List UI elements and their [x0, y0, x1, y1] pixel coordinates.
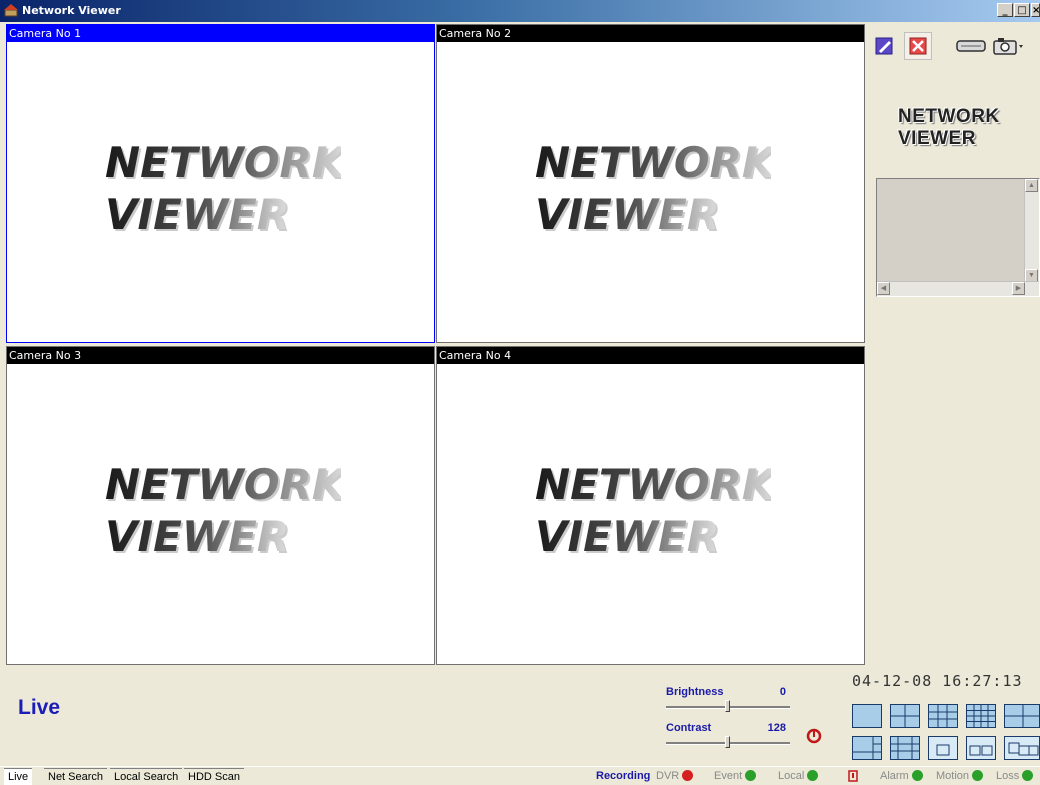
side-logo-line2: VIEWER: [898, 128, 976, 149]
edit-icon: [875, 37, 893, 55]
hdd-button[interactable]: [954, 32, 988, 60]
scroll-left-button[interactable]: ◀: [877, 282, 890, 295]
layout-6-button[interactable]: [1004, 704, 1040, 728]
status-loss-indicator: [1022, 770, 1034, 781]
contrast-slider-thumb[interactable]: [725, 736, 730, 748]
status-motion-label: Motion: [936, 770, 970, 782]
grid-16-icon: [967, 705, 995, 727]
status-event: Event: [714, 767, 757, 785]
camera-view-2[interactable]: Camera No 2 NETWORK NETWORK VIEWER VIEWE…: [436, 24, 865, 343]
scroll-right-button[interactable]: ▶: [1012, 282, 1025, 295]
close-button[interactable]: ×: [1031, 3, 1040, 17]
grid-3-icon: [1008, 742, 1039, 756]
tab-live[interactable]: Live: [4, 768, 33, 785]
svg-text:VIEWER: VIEWER: [105, 512, 289, 561]
grid-8-icon: [853, 737, 881, 759]
snapshot-button[interactable]: [990, 32, 1024, 60]
control-bar: Live Brightness 0 Contrast 128 04-12-08 …: [0, 666, 1040, 766]
layout-8-button[interactable]: [852, 736, 882, 760]
status-motion: Motion: [936, 767, 984, 785]
layout-9-button[interactable]: [928, 704, 958, 728]
status-local-label: Local: [778, 770, 805, 782]
maximize-button[interactable]: □: [1014, 3, 1030, 17]
grid-13-icon: [891, 737, 919, 759]
recording-label: Recording: [596, 770, 651, 782]
svg-text:NETWORK: NETWORK: [535, 138, 771, 187]
app-icon: [4, 4, 18, 17]
svg-text:VIEWER: VIEWER: [535, 190, 719, 239]
horizontal-scrollbar[interactable]: ◀ ▶: [877, 281, 1039, 296]
svg-text:NETWORK: NETWORK: [105, 138, 341, 187]
datetime-display: 04-12-08 16:27:13: [852, 672, 1023, 690]
layout-quad-button[interactable]: [890, 704, 920, 728]
status-alarm-indicator: [911, 770, 923, 781]
layout-2-button[interactable]: [966, 736, 996, 760]
quad-icon: [891, 705, 919, 727]
svg-text:VIEWER: VIEWER: [535, 512, 719, 561]
svg-text:VIEWER: VIEWER: [105, 190, 289, 239]
status-alarm: Alarm: [880, 767, 923, 785]
side-logo: NETWORK VIEWER: [898, 106, 1000, 150]
side-panel: NETWORK VIEWER ▲ ▼ ◀ ▶: [866, 22, 1040, 664]
minimize-button[interactable]: _: [997, 3, 1013, 17]
tab-local-search[interactable]: Local Search: [110, 768, 183, 785]
brightness-label: Brightness: [666, 686, 724, 698]
camera-4-header: Camera No 4: [437, 347, 864, 364]
brightness-value: 0: [779, 686, 786, 698]
status-dvr: DVR: [656, 767, 694, 785]
status-dvr-indicator: [682, 770, 694, 781]
camera-2-header: Camera No 2: [437, 25, 864, 42]
cancel-icon: [909, 37, 927, 55]
device-list[interactable]: ▲ ▼ ◀ ▶: [876, 178, 1040, 297]
tab-hdd-scan[interactable]: HDD Scan: [184, 768, 244, 785]
alarm-icon: [848, 770, 858, 782]
status-local-indicator: [807, 770, 819, 781]
camera-3-header: Camera No 3: [7, 347, 434, 364]
status-bar: Live Net Search Local Search HDD Scan Re…: [0, 766, 1040, 785]
camera-1-placeholder-logo: NETWORK NETWORK VIEWER VIEWER: [7, 135, 434, 245]
title-bar: Network Viewer _ □ ×: [0, 0, 1040, 22]
camera-3-placeholder-logo: NETWORK NETWORK VIEWER VIEWER: [7, 457, 434, 567]
tab-net-search[interactable]: Net Search: [44, 768, 108, 785]
camera-2-placeholder-logo: NETWORK NETWORK VIEWER VIEWER: [437, 135, 864, 245]
grid-6-icon: [1005, 705, 1039, 727]
grid-2-icon: [969, 745, 993, 756]
reset-icon[interactable]: [806, 728, 822, 744]
grid-1a-icon: [936, 744, 950, 756]
camera-4-placeholder-logo: NETWORK NETWORK VIEWER VIEWER: [437, 457, 864, 567]
layout-single-button[interactable]: [852, 704, 882, 728]
cancel-button[interactable]: [904, 32, 932, 60]
svg-text:NETWORK: NETWORK: [535, 460, 771, 509]
status-local: Local: [778, 767, 819, 785]
status-loss-label: Loss: [996, 770, 1020, 782]
status-loss: Loss: [996, 767, 1034, 785]
hdd-icon: [956, 40, 986, 52]
mode-label: Live: [18, 696, 61, 719]
status-event-label: Event: [714, 770, 743, 782]
layout-13-button[interactable]: [890, 736, 920, 760]
camera-icon: [993, 38, 1023, 55]
layout-3-button[interactable]: [1004, 736, 1040, 760]
svg-text:NETWORK: NETWORK: [105, 460, 341, 509]
window-title: Network Viewer: [22, 4, 121, 17]
vertical-scrollbar[interactable]: ▲ ▼: [1024, 179, 1039, 282]
status-dvr-label: DVR: [656, 770, 680, 782]
status-alarm-label: Alarm: [880, 770, 909, 782]
contrast-value: 128: [767, 722, 786, 734]
camera-view-4[interactable]: Camera No 4 NETWORK NETWORK VIEWER VIEWE…: [436, 346, 865, 665]
status-event-indicator: [745, 770, 757, 781]
layout-16-button[interactable]: [966, 704, 996, 728]
camera-1-header: Camera No 1: [7, 25, 434, 42]
layout-1a-button[interactable]: [928, 736, 958, 760]
grid-9-icon: [929, 705, 957, 727]
camera-view-3[interactable]: Camera No 3 NETWORK NETWORK VIEWER VIEWE…: [6, 346, 435, 665]
contrast-label: Contrast: [666, 722, 712, 734]
edit-button[interactable]: [870, 32, 898, 60]
status-motion-indicator: [972, 770, 984, 781]
side-logo-line1: NETWORK: [898, 106, 1000, 127]
scroll-up-button[interactable]: ▲: [1025, 179, 1038, 192]
brightness-slider-thumb[interactable]: [725, 700, 730, 712]
camera-view-1[interactable]: Camera No 1 NETWORK NETWORK VIEWER VIEWE…: [6, 24, 435, 343]
